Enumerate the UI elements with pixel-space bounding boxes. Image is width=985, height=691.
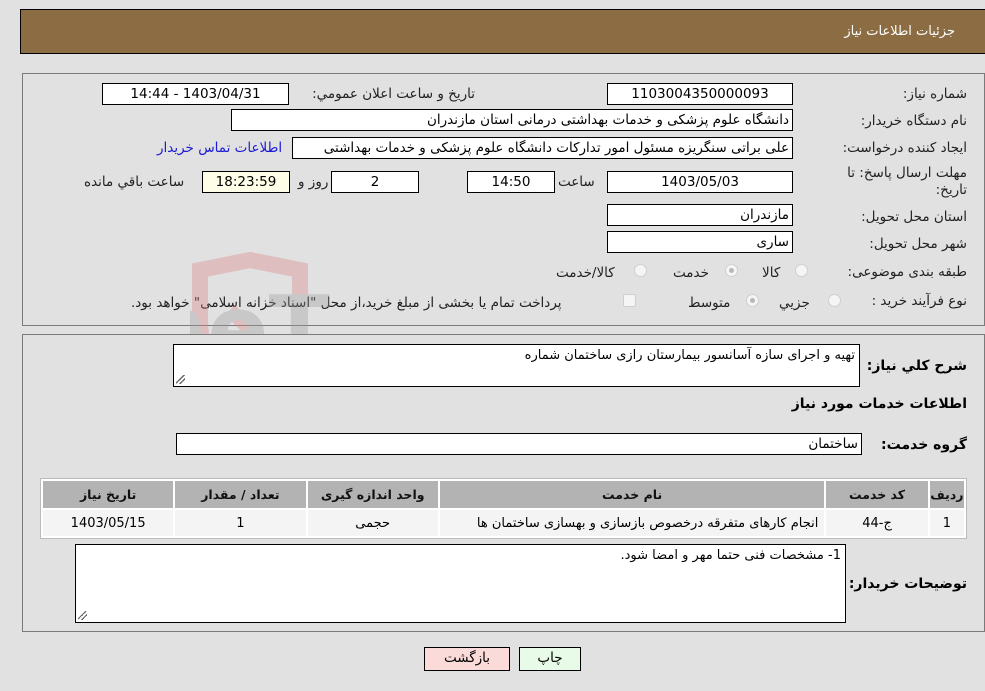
remaining-days-field[interactable]: 2 (331, 171, 419, 193)
need-number-field[interactable]: 1103004350000093 (607, 83, 793, 105)
deadline-time-label: ساعت (558, 174, 595, 190)
deadline-time-field[interactable]: 14:50 (467, 171, 555, 193)
page-header: جزئیات اطلاعات نیاز (20, 9, 985, 54)
col-quantity: تعداد / مقدار (175, 481, 306, 508)
service-group-field[interactable]: ساختمان (176, 433, 862, 455)
col-unit: واحد اندازه گیری (307, 481, 438, 508)
cell-service-code: ج-44 (826, 510, 928, 536)
need-number-label: شماره نیاز: (902, 86, 967, 102)
buyer-contact-link[interactable]: اطلاعات تماس خریدار (157, 140, 282, 156)
delivery-city-label: شهر محل تحویل: (869, 236, 967, 252)
delivery-province-field[interactable]: مازندران (607, 204, 793, 226)
category-radio-goods[interactable] (795, 264, 808, 277)
requester-label: ایجاد کننده درخواست: (842, 140, 967, 156)
buyer-org-label: نام دستگاه خریدار: (860, 113, 967, 129)
description-textarea[interactable]: تهیه و اجرای سازه آسانسور بیمارستان رازی… (173, 344, 860, 387)
table-row: 1 ج-44 انجام کارهای متفرقه درخصوص بازساز… (43, 510, 964, 536)
col-need-date: تاریخ نیاز (43, 481, 174, 508)
cell-quantity: 1 (175, 510, 306, 536)
buyer-notes-text: 1- مشخصات فنی حتما مهر و امضا شود. (620, 548, 841, 563)
services-table: ردیف کد خدمت نام خدمت واحد اندازه گیری ت… (40, 478, 967, 539)
purchase-radio-medium[interactable] (746, 294, 759, 307)
cell-unit: حجمی (307, 510, 438, 536)
purchase-radio-minor[interactable] (828, 294, 841, 307)
col-service-name: نام خدمت (439, 481, 825, 508)
remaining-time-field: 18:23:59 (202, 171, 290, 193)
description-text: تهیه و اجرای سازه آسانسور بیمارستان رازی… (524, 348, 855, 363)
deadline-date-field[interactable]: 1403/05/03 (607, 171, 793, 193)
delivery-city-field[interactable]: ساری (607, 231, 793, 253)
deadline-label-date: تاریخ: (935, 182, 967, 198)
category-radio-service[interactable] (725, 264, 738, 277)
col-service-code: کد خدمت (826, 481, 928, 508)
remaining-time-label: ساعت باقي مانده (84, 174, 185, 190)
cell-service-name: انجام کارهای متفرقه درخصوص بازسازی و بهس… (439, 510, 825, 536)
purchase-option-minor: جزیي (779, 295, 810, 311)
resize-grip-icon[interactable] (176, 375, 185, 384)
page-title: جزئیات اطلاعات نیاز (844, 24, 955, 39)
deadline-label: مهلت ارسال پاسخ: تا (847, 165, 967, 181)
category-radio-goods-service[interactable] (634, 264, 647, 277)
cell-need-date: 1403/05/15 (43, 510, 174, 536)
delivery-province-label: استان محل تحویل: (861, 209, 967, 225)
cell-row-number: 1 (929, 510, 964, 536)
print-button[interactable]: چاپ (519, 647, 581, 671)
requester-field[interactable]: علی براتی سنگریزه مسئول امور تدارکات دان… (292, 137, 793, 159)
category-option-goods-service: کالا/خدمت (556, 265, 615, 281)
category-option-service: خدمت (673, 265, 709, 281)
table-header-row: ردیف کد خدمت نام خدمت واحد اندازه گیری ت… (43, 481, 964, 508)
announce-datetime-field[interactable]: 1403/04/31 - 14:44 (102, 83, 289, 105)
back-button[interactable]: بازگشت (424, 647, 510, 671)
resize-grip-icon[interactable] (78, 611, 87, 620)
service-group-label: گروه خدمت: (881, 437, 967, 453)
category-label: طبقه بندی موضوعی: (847, 264, 967, 280)
buyer-notes-label: توضیحات خریدار: (848, 576, 967, 592)
col-row-number: ردیف (929, 481, 964, 508)
days-label: روز و (298, 174, 329, 190)
purchase-option-medium: متوسط (688, 295, 731, 311)
buyer-notes-textarea[interactable]: 1- مشخصات فنی حتما مهر و امضا شود. (75, 544, 846, 623)
purchase-type-label: نوع فرآیند خرید : (871, 293, 967, 309)
announce-datetime-label: تاریخ و ساعت اعلان عمومي: (312, 86, 475, 102)
treasury-note: پرداخت تمام یا بخشی از مبلغ خرید،از محل … (131, 295, 562, 311)
buyer-org-field[interactable]: دانشگاه علوم پزشکی و خدمات بهداشتی درمان… (231, 109, 793, 131)
category-option-goods: کالا (762, 265, 781, 281)
services-heading: اطلاعات خدمات مورد نیاز (791, 396, 967, 412)
treasury-checkbox[interactable] (623, 294, 636, 307)
description-label: شرح کلي نیاز: (866, 358, 967, 374)
